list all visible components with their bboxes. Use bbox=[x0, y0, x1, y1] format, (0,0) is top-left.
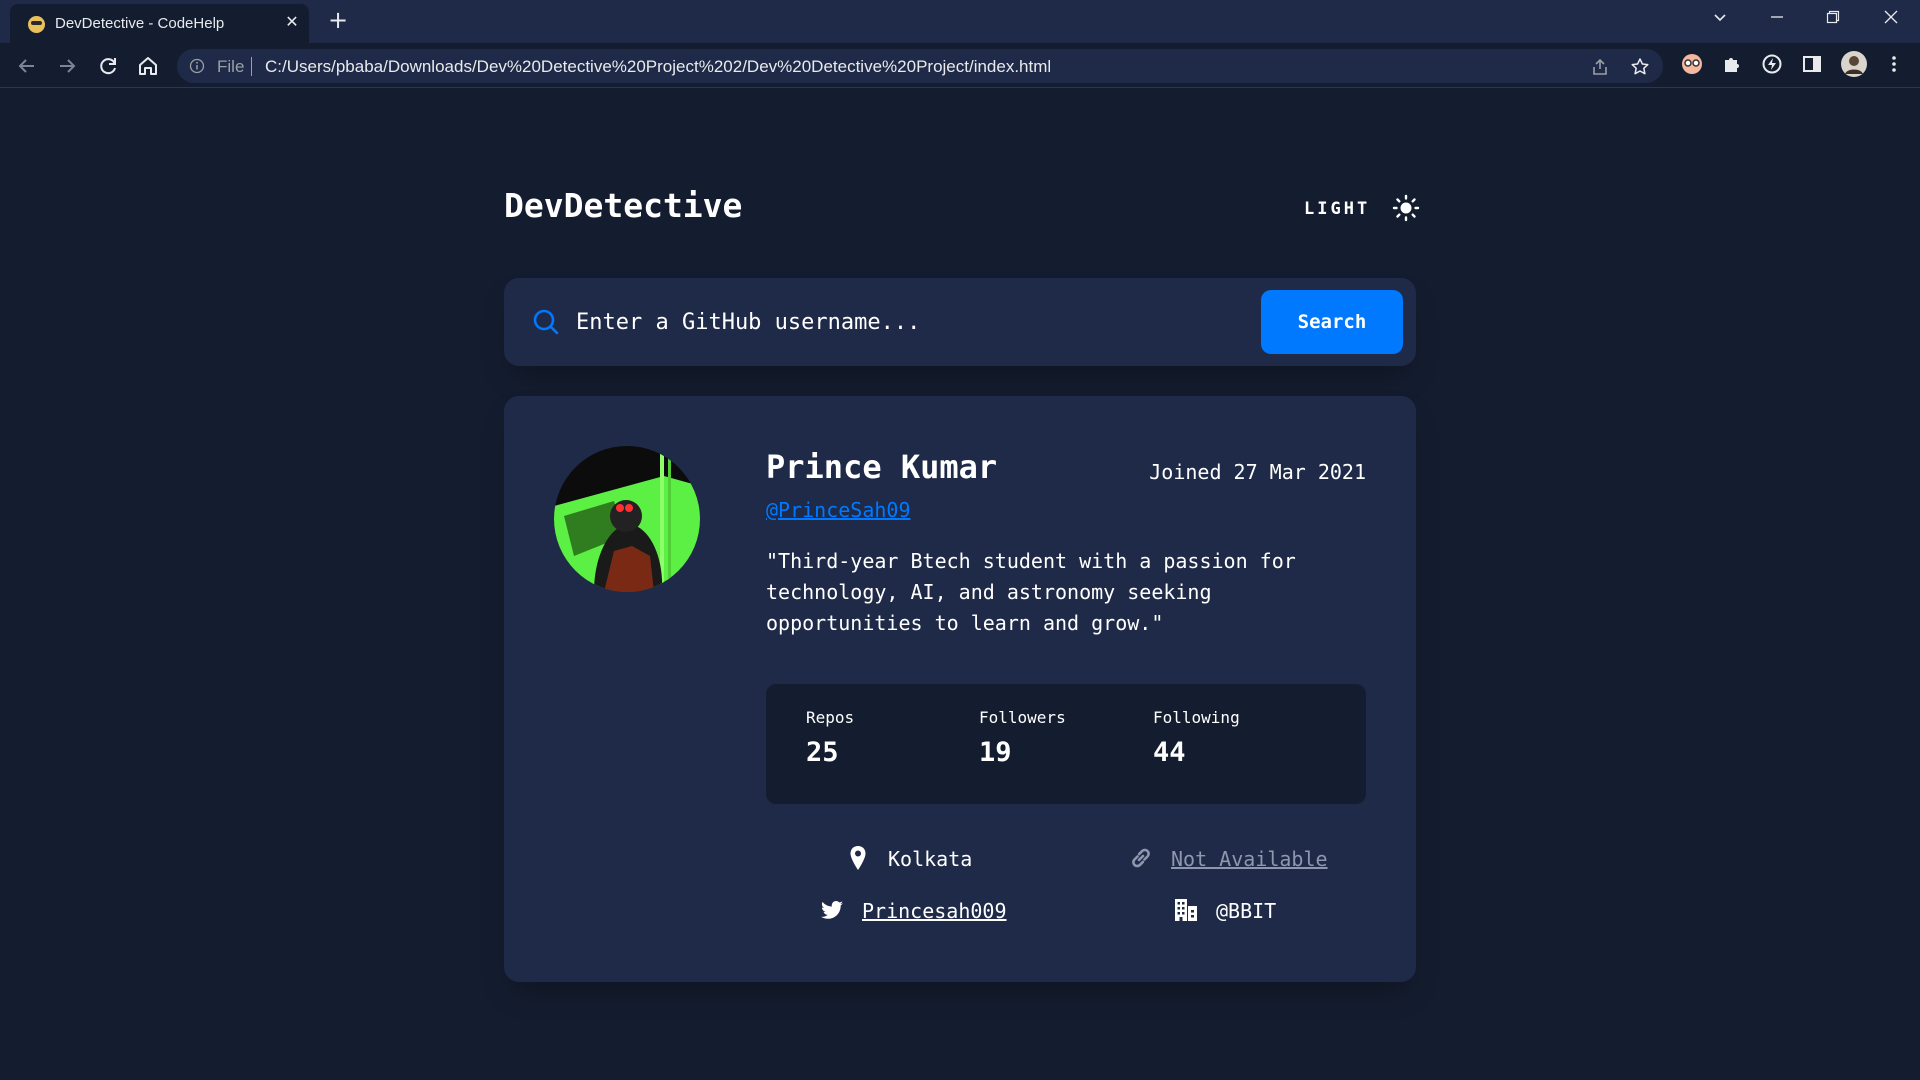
company-info: @BBIT bbox=[1172, 894, 1312, 928]
forward-icon[interactable] bbox=[53, 52, 81, 80]
profile-name: Prince Kumar bbox=[766, 448, 998, 486]
tab-close-icon[interactable]: ✕ bbox=[282, 12, 302, 32]
restore-icon[interactable] bbox=[1813, 4, 1853, 34]
back-icon[interactable] bbox=[13, 52, 41, 80]
profile-handle-link[interactable]: @PrinceSah09 bbox=[766, 498, 911, 522]
theme-toggle-label: LIGHT bbox=[1304, 199, 1371, 219]
bookmark-star-icon[interactable] bbox=[1630, 57, 1650, 77]
joined-date: Joined 27 Mar 2021 bbox=[1149, 460, 1366, 484]
twitter-info: Princesah009 bbox=[818, 894, 1058, 928]
stats-panel: Repos 25 Followers 19 Following 44 bbox=[766, 684, 1366, 804]
browser-tab[interactable]: DevDetective - CodeHelp ✕ bbox=[10, 4, 309, 43]
minimize-icon[interactable] bbox=[1757, 4, 1797, 34]
site-info-icon[interactable] bbox=[189, 58, 205, 74]
extensions-puzzle-icon[interactable] bbox=[1721, 53, 1743, 75]
company-text: @BBIT bbox=[1216, 899, 1277, 923]
building-icon bbox=[1172, 896, 1200, 924]
profile-bio: "Third-year Btech student with a passion… bbox=[766, 549, 1296, 635]
search-input[interactable] bbox=[576, 300, 1256, 344]
url-text[interactable]: C:/Users/pbaba/Downloads/Dev%20Detective… bbox=[265, 57, 1051, 77]
reload-icon[interactable] bbox=[94, 52, 122, 80]
stat-label: Followers bbox=[979, 708, 1066, 727]
close-window-icon[interactable] bbox=[1871, 4, 1911, 34]
search-icon bbox=[532, 308, 560, 336]
avatar bbox=[554, 446, 700, 592]
stat-label: Following bbox=[1153, 708, 1240, 727]
stat-value: 44 bbox=[1153, 737, 1186, 768]
new-tab-icon[interactable]: + bbox=[326, 8, 350, 32]
sun-icon bbox=[1392, 194, 1420, 222]
tab-search-chevron-icon[interactable] bbox=[1700, 4, 1740, 34]
tab-title: DevDetective - CodeHelp bbox=[55, 15, 225, 32]
stat-label: Repos bbox=[806, 708, 855, 727]
twitter-link[interactable]: Princesah009 bbox=[862, 899, 1007, 923]
profile-card: Prince Kumar Joined 27 Mar 2021 @PrinceS… bbox=[504, 396, 1416, 982]
profile-avatar-icon[interactable] bbox=[1841, 51, 1867, 77]
search-button[interactable]: Search bbox=[1261, 290, 1403, 354]
link-icon bbox=[1127, 844, 1155, 872]
browser-toolbar: File C:/Users/pbaba/Downloads/Dev%20Dete… bbox=[0, 43, 1920, 88]
tab-favicon-icon bbox=[28, 16, 45, 33]
stat-value: 25 bbox=[806, 737, 839, 768]
location-info: Kolkata bbox=[844, 842, 1044, 876]
map-pin-icon bbox=[844, 844, 872, 872]
address-bar[interactable]: File C:/Users/pbaba/Downloads/Dev%20Dete… bbox=[177, 49, 1663, 83]
share-icon[interactable] bbox=[1590, 57, 1610, 77]
url-separator bbox=[251, 57, 252, 76]
location-text: Kolkata bbox=[888, 847, 973, 871]
home-icon[interactable] bbox=[134, 52, 162, 80]
side-panel-icon[interactable] bbox=[1801, 53, 1823, 75]
stat-repos: Repos 25 bbox=[806, 708, 854, 768]
extension-bolt-icon[interactable] bbox=[1761, 53, 1783, 75]
menu-kebab-icon[interactable] bbox=[1883, 53, 1905, 75]
stat-following: Following 44 bbox=[1153, 708, 1240, 768]
extension-glasses-icon[interactable] bbox=[1681, 53, 1703, 75]
stat-followers: Followers 19 bbox=[979, 708, 1066, 768]
stat-value: 19 bbox=[979, 737, 1012, 768]
browser-tabbar: DevDetective - CodeHelp ✕ + bbox=[0, 0, 1920, 43]
app-title: DevDetective bbox=[504, 186, 743, 225]
twitter-icon bbox=[818, 896, 846, 924]
url-scheme-label: File bbox=[217, 57, 245, 76]
website-info: Not Available bbox=[1127, 842, 1347, 876]
theme-toggle-button[interactable]: LIGHT bbox=[1300, 190, 1420, 226]
website-link[interactable]: Not Available bbox=[1171, 847, 1328, 871]
search-bar: Search bbox=[504, 278, 1416, 366]
